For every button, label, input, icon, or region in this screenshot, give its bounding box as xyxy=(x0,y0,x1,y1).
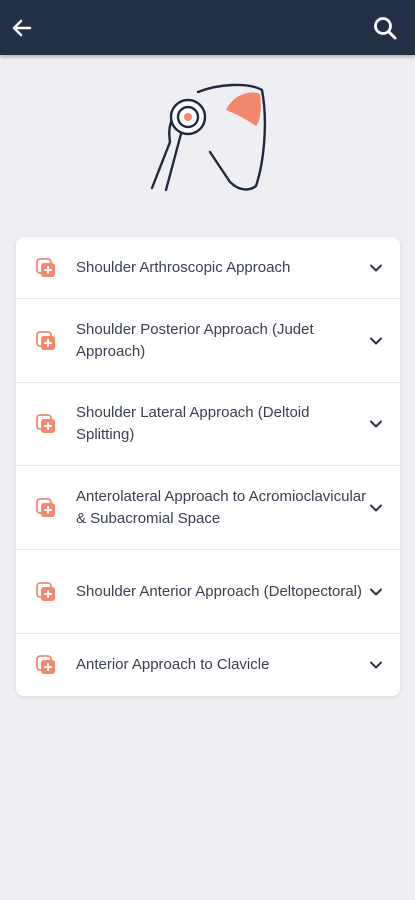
chevron-down-icon[interactable] xyxy=(368,500,384,516)
chevron-down-icon[interactable] xyxy=(368,584,384,600)
approach-item[interactable]: Anterior Approach to Clavicle xyxy=(16,634,400,696)
approach-item-label: Shoulder Arthroscopic Approach xyxy=(76,258,291,276)
search-button[interactable] xyxy=(365,8,405,48)
medical-add-icon xyxy=(36,257,55,277)
chevron-down-icon[interactable] xyxy=(368,260,384,276)
medical-add-icon xyxy=(36,414,55,433)
approach-item-label: Shoulder Anterior Approach (Deltopectora… xyxy=(76,582,362,600)
search-icon xyxy=(374,17,397,40)
shoulder-joint-illustration xyxy=(148,82,268,194)
approach-item[interactable]: Shoulder Anterior Approach (Deltopectora… xyxy=(16,550,400,634)
approach-item[interactable]: Anterolateral Approach to Acromioclavicu… xyxy=(16,466,400,550)
approach-item-label: Anterior Approach to Clavicle xyxy=(76,656,270,673)
medical-add-icon xyxy=(36,330,55,350)
chevron-down-icon[interactable] xyxy=(368,416,384,432)
medical-add-icon xyxy=(36,655,55,674)
back-button[interactable] xyxy=(2,8,42,48)
chevron-down-icon[interactable] xyxy=(368,657,384,673)
approach-item-label: Shoulder Lateral Approach (Deltoid Split… xyxy=(76,404,310,443)
approach-item[interactable]: Shoulder Arthroscopic Approach xyxy=(16,237,400,299)
approach-list: Shoulder Arthroscopic Approach Shoulder … xyxy=(16,237,400,696)
approach-item[interactable]: Shoulder Posterior Approach (Judet Appro… xyxy=(16,299,400,383)
medical-add-icon xyxy=(36,497,55,517)
chevron-down-icon[interactable] xyxy=(368,333,384,349)
medical-add-icon xyxy=(36,581,55,601)
approach-item[interactable]: Shoulder Lateral Approach (Deltoid Split… xyxy=(16,383,400,466)
arrow-left-icon xyxy=(12,19,32,37)
approach-item-label: Shoulder Posterior Approach (Judet Appro… xyxy=(76,320,314,360)
top-app-bar xyxy=(0,0,415,55)
approach-item-label: Anterolateral Approach to Acromioclavicu… xyxy=(76,487,367,527)
